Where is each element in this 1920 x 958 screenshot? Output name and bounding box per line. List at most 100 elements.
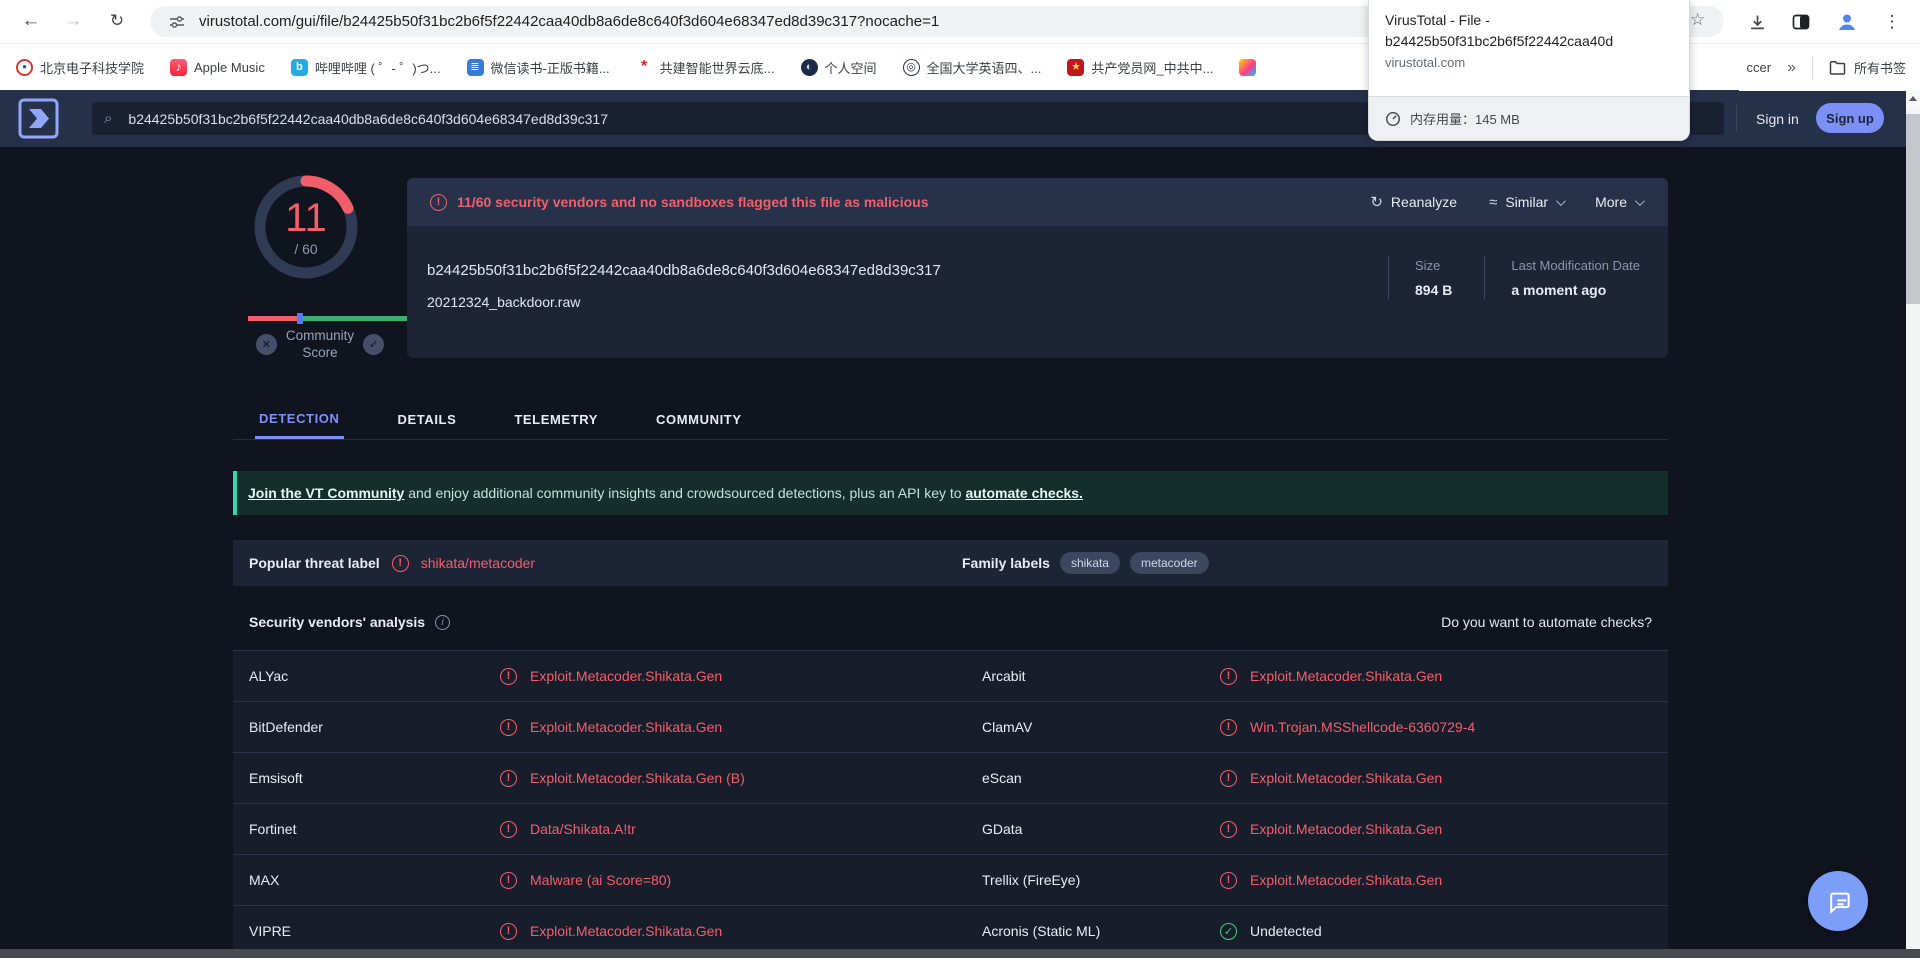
chevron-down-icon: [1634, 195, 1645, 206]
reload-button[interactable]: ↻: [100, 4, 134, 38]
hover-card-body: VirusTotal - File - b24425b50f31bc2b6f5f…: [1369, 0, 1689, 73]
site-info-icon[interactable]: [169, 14, 185, 30]
family-pill-metacoder[interactable]: metacoder: [1129, 552, 1209, 574]
automate-checks-link[interactable]: automate checks.: [965, 485, 1083, 501]
score-text: 11 / 60: [254, 175, 358, 279]
avatar-person-icon: [1839, 14, 1855, 30]
file-actions: ↻ Reanalyze ≈ Similar More: [1370, 193, 1645, 211]
bookmark-fragment[interactable]: ccer: [1747, 60, 1772, 75]
vote-harmless-icon[interactable]: ✓: [363, 333, 385, 355]
bjesti-favicon: ●: [16, 58, 33, 76]
virustotal-logo[interactable]: [18, 98, 59, 139]
vendor-result: ! Data/Shikata.A!tr: [500, 820, 966, 838]
vote-malicious-icon[interactable]: ✕: [255, 333, 277, 355]
malicious-icon: !: [500, 718, 517, 736]
search-icon: ⌕: [104, 110, 113, 127]
result-text: Exploit.Metacoder.Shikata.Gen: [1250, 821, 1443, 837]
file-hash[interactable]: b24425b50f31bc2b6f5f22442caa40db8a6de8c6…: [427, 262, 941, 279]
side-panel-button[interactable]: [1787, 8, 1815, 36]
bookmark-bilibili[interactable]: b 哔哩哔哩 ( ゜- ゜)つ...: [290, 58, 441, 77]
result-text: Malware (ai Score=80): [530, 872, 672, 888]
downloads-button[interactable]: [1743, 8, 1771, 36]
vendors-analysis-header: Security vendors' analysis i Do you want…: [233, 605, 1668, 639]
folder-icon: [1829, 61, 1846, 75]
bookmarks-divider: [1811, 56, 1813, 79]
tab-telemetry[interactable]: TELEMETRY: [510, 400, 602, 439]
tab-details[interactable]: DETAILS: [394, 400, 461, 439]
banner-middle-text: and enjoy additional community insights …: [404, 485, 966, 501]
malicious-icon: !: [1220, 820, 1237, 838]
table-row: BitDefender ! Exploit.Metacoder.Shikata.G…: [233, 701, 1668, 752]
more-button[interactable]: More: [1595, 194, 1645, 210]
scrollbar-up-button[interactable]: [1906, 90, 1920, 106]
alert-warning-icon: !: [430, 193, 447, 211]
bookmark-colorful[interactable]: [1239, 58, 1257, 76]
info-icon[interactable]: i: [435, 614, 451, 630]
tab-community[interactable]: COMMUNITY: [652, 400, 746, 439]
chat-fab-button[interactable]: [1808, 871, 1868, 931]
alert-text: 11/60 security vendors and no sandboxes …: [457, 194, 929, 210]
bookmark-weread[interactable]: ≣ 微信读书-正版书籍...: [466, 58, 610, 77]
threat-label-row: Popular threat label ! shikata/metacoder…: [233, 540, 1668, 586]
page-scrollbar[interactable]: [1906, 90, 1920, 949]
huawei-favicon: *: [635, 58, 653, 76]
score-positives: 11: [285, 195, 327, 240]
file-size-block: Size 894 B: [1388, 256, 1452, 300]
similar-button[interactable]: ≈ Similar: [1489, 194, 1566, 211]
bookmark-label: 哔哩哔哩 ( ゜- ゜)つ...: [314, 60, 441, 76]
vendor-name: Trellix (FireEye): [982, 872, 1081, 888]
vt-search-value: b24425b50f31bc2b6f5f22442caa40db8a6de8c6…: [128, 110, 608, 127]
popular-threat-label-group: Popular threat label ! shikata/metacoder: [233, 554, 535, 572]
malicious-icon: !: [500, 820, 517, 838]
threat-warning-icon: !: [391, 554, 409, 572]
vendor-result: ! Win.Trojan.MSShellcode-6360729-4: [1220, 718, 1668, 736]
reanalyze-button[interactable]: ↻ Reanalyze: [1370, 193, 1457, 211]
all-bookmarks-button[interactable]: 所有书签: [1829, 58, 1906, 77]
community-score-label: Community Score: [286, 327, 354, 361]
chevron-down-icon: [1556, 195, 1566, 206]
all-bookmarks-label: 所有书签: [1853, 61, 1906, 76]
table-row: Fortinet ! Data/Shikata.A!tr GData ! Explo…: [233, 803, 1668, 854]
hover-card-title-line1: VirusTotal - File -: [1385, 12, 1490, 28]
join-vt-community-link[interactable]: Join the VT Community: [248, 485, 404, 501]
bookmark-apple-music[interactable]: ♪ Apple Music: [170, 58, 265, 76]
vt-content: 11 / 60 ✕ Community Score ✓ ! 11/60 secur…: [233, 147, 1668, 949]
bookmark-bjesti[interactable]: ● 北京电子科技学院: [16, 58, 144, 77]
family-pill-shikata[interactable]: shikata: [1059, 552, 1120, 574]
detection-alert-banner: ! 11/60 security vendors and no sandboxe…: [407, 178, 1668, 226]
bookmark-personal-space[interactable]: ◐ 个人空间: [800, 58, 877, 77]
bookmark-party[interactable]: ★ 共产党员网_中共中...: [1067, 58, 1213, 77]
tab-detection[interactable]: DETECTION: [255, 400, 344, 439]
automate-checks-question[interactable]: Do you want to automate checks?: [1441, 614, 1652, 630]
size-label: Size: [1415, 258, 1441, 273]
undetected-check-icon: ✓: [1220, 922, 1237, 940]
bookmarks-overflow-chevron[interactable]: »: [1787, 59, 1796, 77]
vendor-name: VIPRE: [249, 923, 292, 939]
malicious-icon: !: [1220, 718, 1237, 736]
detections-table: ALYac ! Exploit.Metacoder.Shikata.Gen Arc…: [233, 650, 1668, 949]
bottom-edge-strip: [0, 949, 1920, 958]
bookmark-star-icon[interactable]: ☆: [1690, 10, 1705, 30]
bookmarks-bar-right: ccer » 所有书签: [1738, 44, 1906, 91]
tab-hover-card: VirusTotal - File - b24425b50f31bc2b6f5f…: [1368, 0, 1690, 141]
bookmark-huawei[interactable]: * 共建智能世界云底...: [635, 58, 775, 77]
scrollbar-thumb[interactable]: [1906, 114, 1920, 304]
result-text: Exploit.Metacoder.Shikata.Gen: [1250, 770, 1443, 786]
bookmark-cet[interactable]: ◎ 全国大学英语四、...: [902, 58, 1041, 77]
auth-divider: [1736, 105, 1737, 132]
hover-card-domain: virustotal.com: [1385, 55, 1466, 70]
personal-space-favicon: ◐: [800, 58, 818, 76]
malicious-icon: !: [500, 667, 517, 685]
sign-up-button[interactable]: Sign up: [1816, 103, 1884, 133]
back-button[interactable]: ←: [14, 4, 48, 38]
file-meta: Size 894 B Last Modification Date a mome…: [1388, 256, 1640, 300]
forward-button[interactable]: →: [56, 4, 90, 38]
size-value: 894 B: [1415, 282, 1453, 298]
sign-in-link[interactable]: Sign in: [1756, 90, 1799, 147]
score-word: Score: [302, 345, 338, 360]
threat-value[interactable]: shikata/metacoder: [421, 555, 535, 571]
browser-menu-button[interactable]: ⋮: [1878, 8, 1906, 36]
vendor-name: eScan: [982, 770, 1022, 786]
result-text: Win.Trojan.MSShellcode-6360729-4: [1250, 719, 1476, 735]
profile-avatar[interactable]: [1833, 8, 1861, 36]
